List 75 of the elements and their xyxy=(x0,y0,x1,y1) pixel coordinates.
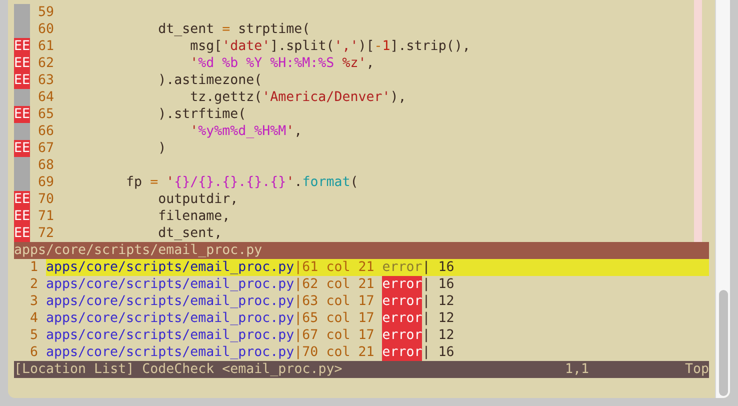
line-number: 65 xyxy=(36,106,54,123)
line-number: 71 xyxy=(36,208,54,225)
error-detail: | 12 xyxy=(422,293,454,310)
error-position: |62 col 21 xyxy=(294,276,374,293)
line-number: 69 xyxy=(36,174,54,191)
cursor-position: 1,1 xyxy=(564,361,590,378)
list-entry[interactable]: apps/core/scripts/email_proc.py|62 col 21 error| 16 xyxy=(46,276,710,293)
entry-index: 2 xyxy=(28,276,38,293)
line-number: 61 xyxy=(36,38,54,55)
line-number: 66 xyxy=(36,123,54,140)
error-position: |65 col 17 xyxy=(294,310,374,327)
error-sign: EE xyxy=(14,191,30,208)
code-line: ).strftime( xyxy=(157,106,246,123)
entry-index: 1 xyxy=(28,259,38,276)
entry-index: 3 xyxy=(28,293,38,310)
error-detail: | 12 xyxy=(422,310,454,327)
code-line: filename, xyxy=(157,208,230,225)
list-entry[interactable]: apps/core/scripts/email_proc.py|63 col 17 error| 12 xyxy=(46,293,710,310)
list-entry[interactable]: apps/core/scripts/email_proc.py|67 col 17 error| 12 xyxy=(46,327,710,344)
scrollbar[interactable] xyxy=(715,0,730,398)
line-number: 72 xyxy=(36,225,54,242)
code-line: ).astimezone( xyxy=(157,72,262,89)
code-line: '%y%m%d_%H%M', xyxy=(189,123,302,140)
error-type: error xyxy=(382,310,422,327)
line-number: 70 xyxy=(36,191,54,208)
entry-index: 4 xyxy=(28,310,38,327)
entry-index: 6 xyxy=(28,344,38,361)
error-detail: | 12 xyxy=(422,327,454,344)
code-line: fp = '{}/{}.{}.{}.{}'.format( xyxy=(125,174,358,191)
code-line: dt_sent = strptime( xyxy=(157,21,310,38)
error-detail: | 16 xyxy=(422,259,454,276)
error-type: error xyxy=(382,327,422,344)
error-position: |63 col 17 xyxy=(294,293,374,310)
error-detail: | 16 xyxy=(422,276,454,293)
error-position: |61 col 21 xyxy=(294,259,374,276)
line-number: 59 xyxy=(36,4,54,21)
error-position: |70 col 21 xyxy=(294,344,374,361)
line-number: 67 xyxy=(36,140,54,157)
error-type: error xyxy=(382,293,422,310)
error-sign: EE xyxy=(14,38,30,55)
line-number: 63 xyxy=(36,72,54,89)
error-sign: EE xyxy=(14,106,30,123)
file-path: apps/core/scripts/email_proc.py xyxy=(46,293,294,310)
code-line: tz.gettz('America/Denver'), xyxy=(189,89,406,106)
list-entry[interactable]: apps/core/scripts/email_proc.py|70 col 21 error| 16 xyxy=(46,344,710,361)
list-entry[interactable]: apps/core/scripts/email_proc.py|65 col 17 error| 12 xyxy=(46,310,710,327)
code-line: outputdir, xyxy=(157,191,238,208)
line-number: 68 xyxy=(36,157,54,174)
error-type: error xyxy=(382,344,422,361)
file-path: apps/core/scripts/email_proc.py xyxy=(46,259,294,276)
scroll-position: Top xyxy=(684,361,710,378)
error-sign: EE xyxy=(14,225,30,242)
buffer-name: [Location List] CodeCheck <email_proc.py> xyxy=(14,361,344,378)
line-number: 64 xyxy=(36,89,54,106)
file-path: apps/core/scripts/email_proc.py xyxy=(46,344,294,361)
error-sign: EE xyxy=(14,72,30,89)
code-line: ) xyxy=(157,140,166,157)
line-number: 62 xyxy=(36,55,54,72)
scrollbar-thumb[interactable] xyxy=(719,290,728,396)
line-number: 60 xyxy=(36,21,54,38)
error-detail: | 16 xyxy=(422,344,454,361)
file-path: apps/core/scripts/email_proc.py xyxy=(46,310,294,327)
entry-index: 5 xyxy=(28,327,38,344)
error-sign: EE xyxy=(14,55,30,72)
code-line: msg['date'].split(',')[-1].strip(), xyxy=(189,38,470,55)
error-type: error xyxy=(382,259,422,276)
error-position: |67 col 17 xyxy=(294,327,374,344)
code-line: '%d %b %Y %H:%M:%S %z', xyxy=(189,55,374,72)
error-sign: EE xyxy=(14,140,30,157)
file-path: apps/core/scripts/email_proc.py xyxy=(46,276,294,293)
error-sign: EE xyxy=(14,208,30,225)
file-path: apps/core/scripts/email_proc.py xyxy=(46,327,294,344)
code-line: dt_sent, xyxy=(157,225,222,242)
error-type: error xyxy=(382,276,422,293)
list-entry[interactable]: apps/core/scripts/email_proc.py|61 col 21 error| 16 xyxy=(46,259,710,276)
